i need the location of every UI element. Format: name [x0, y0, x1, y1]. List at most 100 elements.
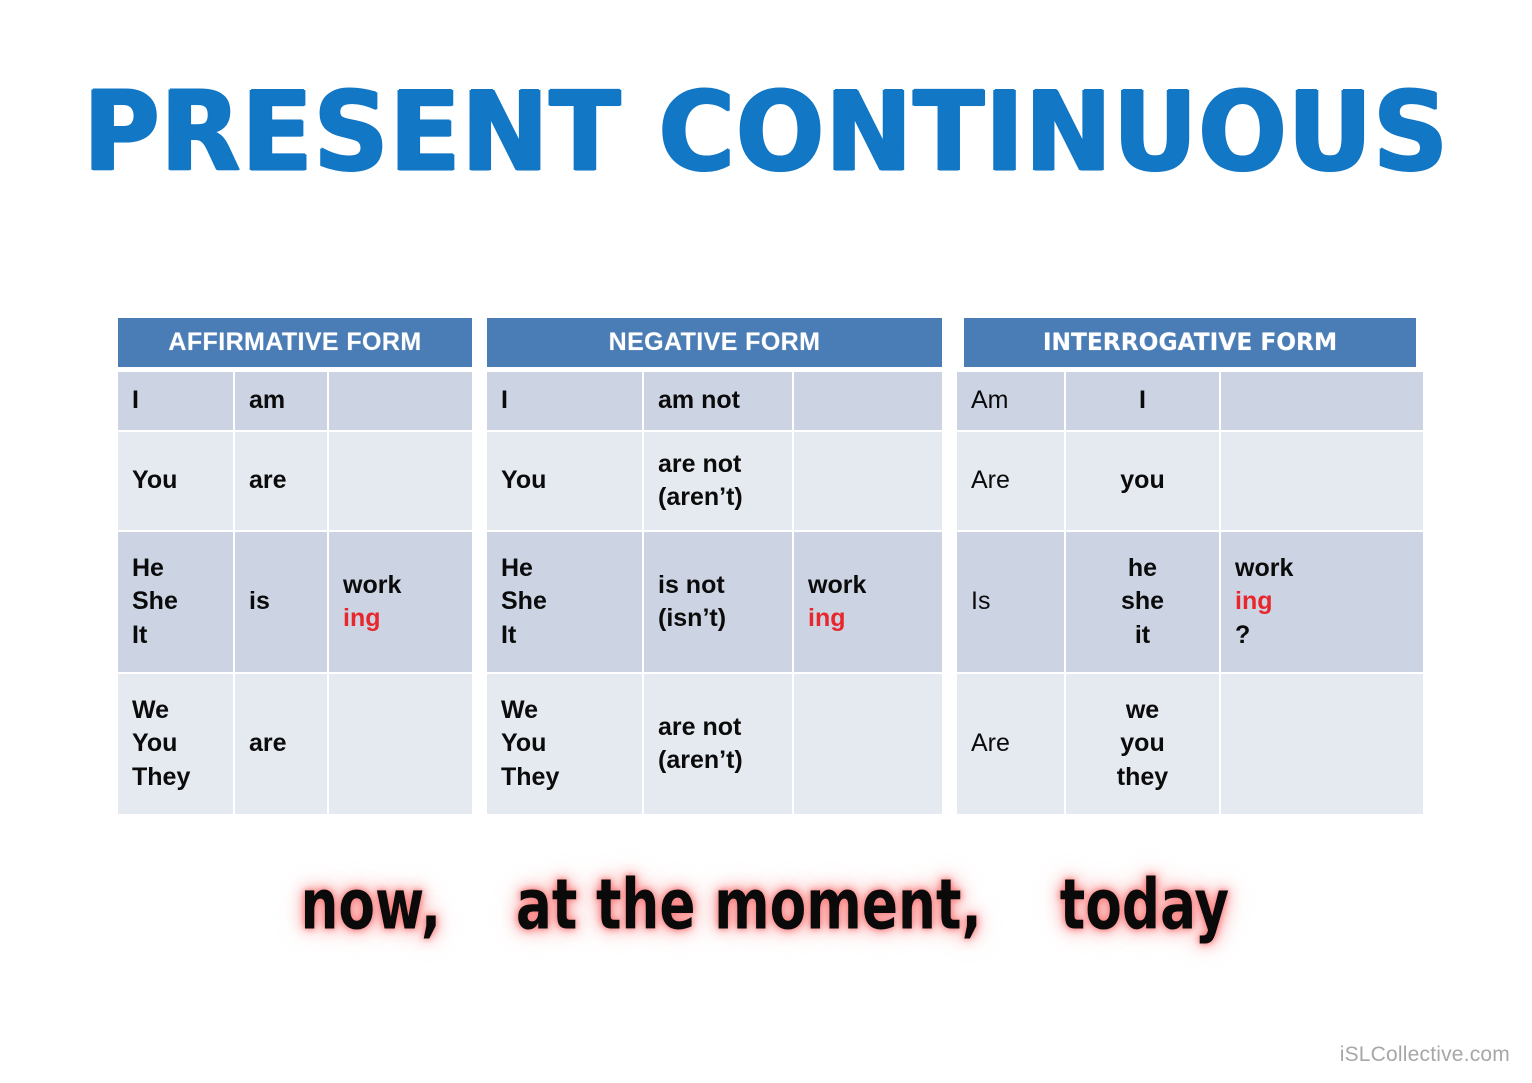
- negative-grid: I am not You are not (aren’t) He She It …: [487, 372, 942, 814]
- subject-cell: I: [487, 372, 642, 430]
- table-row: You are not (aren’t): [487, 432, 942, 530]
- subject-line: I: [1139, 386, 1146, 415]
- interrogative-grid: Am I Are you Is he she it work ing ? Are…: [957, 372, 1423, 814]
- time-expressions: now, at the moment, today: [0, 868, 1532, 941]
- auxiliary-cell: is not (isn’t): [644, 532, 792, 672]
- auxiliary-cell: is: [235, 532, 327, 672]
- forms-tables-container: AFFIRMATIVE FORM I am You are He She It …: [0, 318, 1532, 828]
- table-row: I am: [118, 372, 472, 430]
- verb-suffix: ing: [343, 604, 381, 632]
- subject-line: We: [132, 696, 170, 725]
- table-row: Are you: [957, 432, 1423, 530]
- verb-cell: work ing: [329, 532, 472, 672]
- auxiliary-contraction: (aren’t): [658, 483, 743, 511]
- subject-cell: he she it: [1066, 532, 1219, 672]
- verb-cell: [1221, 372, 1423, 430]
- table-row: He She It is not (isn’t) work ing: [487, 532, 942, 672]
- verb-cell: [329, 674, 472, 814]
- verb-suffix: ing: [808, 604, 846, 632]
- verb-stem: work: [343, 570, 402, 599]
- auxiliary-cell: are not (aren’t): [644, 674, 792, 814]
- subject-line: It: [501, 620, 517, 649]
- subject-cell: You: [118, 432, 233, 530]
- subject-line: they: [1116, 762, 1169, 791]
- subject-line: He: [132, 554, 164, 583]
- auxiliary-cell: Are: [957, 432, 1064, 530]
- negative-form-header: NEGATIVE FORM: [487, 318, 942, 367]
- title-area: PRESENT CONTINUOUS: [0, 78, 1532, 188]
- verb-cell: [329, 372, 472, 430]
- negative-form-table: NEGATIVE FORM I am not You are not (aren…: [487, 318, 942, 814]
- table-row: You are: [118, 432, 472, 530]
- auxiliary-cell: are: [235, 674, 327, 814]
- subject-cell: you: [1066, 432, 1219, 530]
- table-row: Am I: [957, 372, 1423, 430]
- auxiliary-contraction: (aren’t): [658, 746, 743, 774]
- subject-line: You: [501, 466, 547, 495]
- verb-cell: [1221, 674, 1423, 814]
- verb-cell: work ing?: [1221, 532, 1423, 672]
- time-expression-today: today: [1059, 863, 1230, 946]
- auxiliary-line: am not: [658, 386, 740, 415]
- auxiliary-cell: am not: [644, 372, 792, 430]
- verb-cell: [1221, 432, 1423, 530]
- verb-cell: [329, 432, 472, 530]
- subject-cell: We You They: [118, 674, 233, 814]
- auxiliary-cell: Am: [957, 372, 1064, 430]
- verb-stem: work: [808, 570, 867, 599]
- subject-line: She: [501, 587, 547, 616]
- verb-cell: [794, 372, 942, 430]
- subject-line: It: [132, 620, 148, 649]
- affirmative-form-table: AFFIRMATIVE FORM I am You are He She It …: [118, 318, 472, 814]
- subject-line: we: [1125, 696, 1160, 725]
- subject-line: You: [501, 729, 547, 758]
- auxiliary-line: is not: [658, 570, 725, 599]
- subject-line: you: [1120, 466, 1165, 495]
- subject-line: They: [501, 762, 560, 791]
- subject-cell: You: [487, 432, 642, 530]
- subject-line: You: [132, 729, 178, 758]
- subject-line: He: [501, 554, 533, 583]
- subject-line: I: [501, 386, 508, 415]
- subject-line: he: [1127, 554, 1158, 583]
- affirmative-grid: I am You are He She It is work ing We Yo…: [118, 372, 472, 814]
- auxiliary-cell: are: [235, 432, 327, 530]
- verb-stem: work: [1235, 554, 1294, 583]
- table-row: Is he she it work ing?: [957, 532, 1423, 672]
- table-row: We You They are: [118, 674, 472, 814]
- auxiliary-cell: are not (aren’t): [644, 432, 792, 530]
- verb-cell: [794, 432, 942, 530]
- subject-cell: We You They: [487, 674, 642, 814]
- subject-line: I: [132, 386, 139, 415]
- subject-line: it: [1134, 620, 1151, 649]
- time-expression-now: now,: [300, 863, 442, 946]
- verb-suffix: ing: [1235, 587, 1273, 616]
- subject-line: She: [132, 587, 178, 616]
- subject-cell: He She It: [118, 532, 233, 672]
- table-row: Are we you they: [957, 674, 1423, 814]
- table-row: We You They are not (aren’t): [487, 674, 942, 814]
- subject-line: You: [132, 466, 178, 495]
- table-row: He She It is work ing: [118, 532, 472, 672]
- interrogative-form-header: INTERROGATIVE FORM: [963, 318, 1417, 367]
- page-title: PRESENT CONTINUOUS: [83, 69, 1449, 197]
- subject-line: They: [132, 762, 191, 791]
- time-expression-at-the-moment: at the moment,: [516, 863, 983, 946]
- auxiliary-line: are not: [658, 712, 742, 741]
- auxiliary-contraction: (isn’t): [658, 604, 727, 632]
- auxiliary-line: are not: [658, 449, 742, 478]
- auxiliary-cell: Is: [957, 532, 1064, 672]
- table-row: I am not: [487, 372, 942, 430]
- verb-cell: work ing: [794, 532, 942, 672]
- auxiliary-cell: Are: [957, 674, 1064, 814]
- affirmative-form-header: AFFIRMATIVE FORM: [118, 318, 472, 367]
- subject-line: she: [1120, 587, 1165, 616]
- subject-line: you: [1120, 729, 1165, 758]
- watermark: iSLCollective.com: [1339, 1043, 1510, 1066]
- subject-cell: He She It: [487, 532, 642, 672]
- auxiliary-cell: am: [235, 372, 327, 430]
- subject-line: We: [501, 696, 539, 725]
- subject-cell: we you they: [1066, 674, 1219, 814]
- interrogative-form-table: INTERROGATIVE FORM Am I Are you Is he sh…: [957, 318, 1423, 814]
- verb-cell: [794, 674, 942, 814]
